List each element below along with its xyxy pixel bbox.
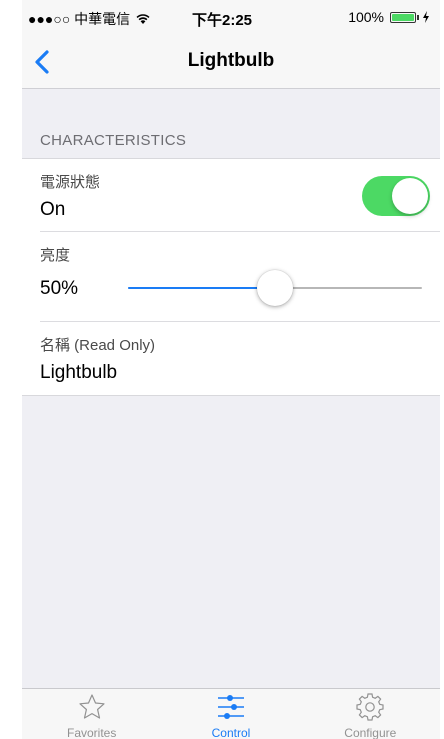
tab-label: Control — [211, 726, 251, 739]
battery-tip — [417, 14, 419, 20]
power-toggle[interactable] — [362, 176, 430, 216]
page-title: Lightbulb — [187, 50, 275, 71]
carrier-label: ●●●○○ 中華電信 — [28, 11, 131, 27]
charging-icon — [423, 11, 429, 23]
slider-thumb[interactable] — [257, 270, 293, 306]
sliders-icon — [217, 695, 244, 719]
status-right: 100% — [348, 9, 430, 25]
tab-configure[interactable]: Configure — [301, 689, 440, 739]
brightness-row: 亮度 50% — [22, 232, 440, 322]
brightness-slider[interactable] — [128, 270, 422, 306]
name-label: 名稱 (Read Only) — [40, 337, 156, 354]
tab-favorites[interactable]: Favorites — [22, 689, 161, 739]
name-row: 名稱 (Read Only) Lightbulb — [22, 322, 440, 395]
tab-label: Favorites — [66, 726, 117, 739]
wifi-icon — [136, 14, 150, 24]
slider-fill — [128, 287, 275, 289]
gear-icon — [356, 693, 384, 721]
star-icon — [79, 694, 105, 719]
tab-control[interactable]: Control — [161, 689, 300, 739]
brightness-label: 亮度 — [40, 247, 71, 264]
battery-percent: 100% — [348, 9, 384, 25]
battery-icon — [390, 11, 416, 23]
characteristics-list: 電源狀態 On 亮度 50% 名稱 (Read Only) Lightbulb — [22, 158, 440, 396]
app-screen: ●●●○○ 中華電信 下午2:25 100% Lightbulb CHARACT… — [22, 0, 440, 739]
toggle-knob — [392, 178, 428, 214]
status-time: 下午2:25 — [192, 12, 253, 29]
tab-label: Configure — [344, 726, 397, 739]
power-state-label: 電源狀態 — [40, 174, 101, 191]
name-value: Lightbulb — [40, 362, 118, 383]
brightness-value: 50% — [40, 278, 79, 299]
power-state-value: On — [40, 199, 66, 220]
status-left: ●●●○○ 中華電信 — [28, 9, 151, 29]
section-header: CHARACTERISTICS — [40, 132, 187, 149]
status-bar: ●●●○○ 中華電信 下午2:25 100% — [22, 0, 440, 36]
navigation-bar: Lightbulb — [22, 36, 440, 89]
tab-bar: Favorites Control Configure — [22, 688, 440, 739]
power-state-row: 電源狀態 On — [22, 159, 440, 232]
